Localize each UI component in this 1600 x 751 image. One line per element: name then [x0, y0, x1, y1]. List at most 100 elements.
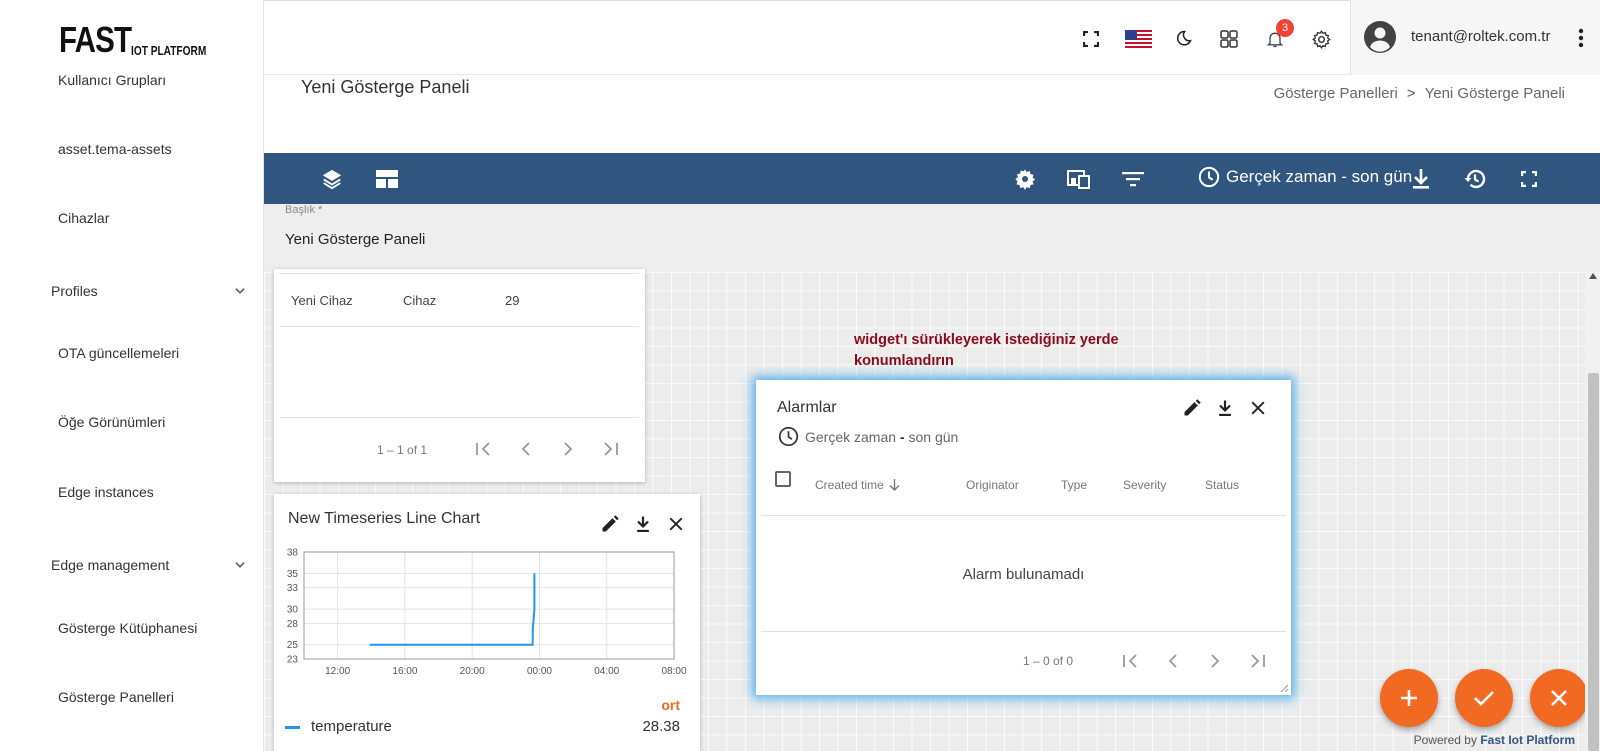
- pager-range: 1 – 0 of 0: [1023, 654, 1074, 668]
- sidebar-item-ota-updates[interactable]: OTA güncellemeleri: [58, 345, 179, 361]
- sidebar-item-dashboards[interactable]: Gösterge Panelleri: [58, 689, 174, 705]
- dark-mode-icon[interactable]: [1172, 28, 1194, 50]
- plot-area: [303, 551, 675, 660]
- notifications-button[interactable]: 3: [1264, 19, 1294, 50]
- download-icon[interactable]: [633, 514, 653, 534]
- timeseries-chart-widget[interactable]: New Timeseries Line Chart 23 25 28 30 33 35 38…: [274, 494, 700, 751]
- history-icon[interactable]: [1462, 166, 1488, 192]
- notification-badge: 3: [1276, 19, 1294, 37]
- powered-brand-link[interactable]: Fast Iot Platform: [1480, 733, 1575, 747]
- sidebar-item-edge-instances[interactable]: Edge instances: [58, 484, 154, 500]
- resize-handle-icon[interactable]: [1280, 684, 1289, 693]
- add-widget-button[interactable]: [1380, 669, 1438, 727]
- user-email: tenant@roltek.com.tr: [1411, 28, 1551, 45]
- filter-icon[interactable]: [1120, 166, 1146, 192]
- edit-icon[interactable]: [1182, 398, 1202, 418]
- save-button[interactable]: [1455, 669, 1513, 727]
- scrollbar-thumb[interactable]: [1588, 373, 1599, 751]
- breadcrumb-link-dashboards[interactable]: Gösterge Panelleri: [1274, 85, 1398, 102]
- title-field-label: Başlık *: [285, 204, 323, 216]
- x-tick-label: 16:00: [392, 666, 417, 677]
- sidebar-item-assets[interactable]: asset.tema-assets: [58, 141, 172, 157]
- entities-table-widget[interactable]: Yeni Cihaz Cihaz 29 1 – 1 of 1: [274, 269, 645, 482]
- page-title: Yeni Gösterge Paneli: [301, 77, 470, 97]
- column-type[interactable]: Type: [1061, 478, 1087, 492]
- apps-grid-icon[interactable]: [1218, 28, 1240, 50]
- us-flag-icon[interactable]: [1124, 28, 1152, 50]
- first-page-icon[interactable]: [473, 438, 495, 460]
- y-tick-label: 35: [287, 569, 299, 580]
- alarms-timewindow[interactable]: Gerçek zaman - son gün: [778, 426, 958, 447]
- title-field-input[interactable]: Yeni Gösterge Paneli: [285, 231, 425, 248]
- edit-icon[interactable]: [600, 514, 620, 534]
- account-circle-icon: [1364, 21, 1396, 53]
- x-tick-label: 08:00: [661, 666, 686, 677]
- fullscreen-icon[interactable]: [1080, 28, 1102, 50]
- column-severity[interactable]: Severity: [1123, 478, 1166, 492]
- column-originator[interactable]: Originator: [966, 478, 1019, 492]
- first-page-icon[interactable]: [1120, 650, 1142, 672]
- gear-icon[interactable]: [1310, 28, 1332, 50]
- timewindow-label: Gerçek zaman - son gün: [1226, 167, 1413, 186]
- last-page-icon[interactable]: [599, 438, 621, 460]
- y-tick-label: 38: [287, 548, 299, 559]
- cancel-button[interactable]: [1530, 669, 1588, 727]
- sidebar-group-edge-management[interactable]: Edge management: [51, 557, 247, 573]
- last-page-icon[interactable]: [1246, 650, 1268, 672]
- legend-header: ort: [661, 697, 680, 713]
- widget-actions: [600, 514, 686, 534]
- clock-icon: [1198, 166, 1220, 188]
- scroll-up-icon[interactable]: [1589, 273, 1597, 279]
- pager-range: 1 – 1 of 1: [377, 443, 428, 457]
- next-page-icon[interactable]: [1204, 650, 1226, 672]
- devices-layout-icon[interactable]: [1066, 166, 1092, 192]
- more-vert-icon[interactable]: [1578, 28, 1584, 48]
- next-page-icon[interactable]: [557, 438, 579, 460]
- breadcrumb-current: Yeni Gösterge Paneli: [1424, 85, 1565, 102]
- y-tick-label: 30: [287, 605, 299, 616]
- sidebar-group-profiles[interactable]: Profiles: [51, 283, 247, 299]
- entity-type-cell: Cihaz: [403, 293, 437, 308]
- y-tick-label: 23: [287, 655, 299, 666]
- y-tick-label: 33: [287, 583, 299, 594]
- layers-icon[interactable]: [319, 166, 345, 192]
- prev-page-icon[interactable]: [1162, 650, 1184, 672]
- check-icon: [1474, 691, 1494, 706]
- x-tick-label: 12:00: [325, 666, 350, 677]
- download-icon[interactable]: [1408, 166, 1434, 192]
- timewindow-selector[interactable]: Gerçek zaman - son gün: [1198, 166, 1412, 188]
- drag-hint: widget'ı sürükleyerek istediğiniz yerde …: [854, 332, 1119, 369]
- plus-icon: [1401, 690, 1417, 706]
- download-icon[interactable]: [1215, 398, 1235, 418]
- breadcrumb-separator: >: [1406, 85, 1416, 102]
- prev-page-icon[interactable]: [515, 438, 537, 460]
- fullscreen-icon[interactable]: [1516, 166, 1542, 192]
- breadcrumb: Gösterge Panelleri > Yeni Gösterge Panel…: [1274, 85, 1565, 102]
- y-tick-label: 28: [287, 619, 299, 630]
- settings-icon[interactable]: [1012, 166, 1038, 192]
- sidebar-item-asset-views[interactable]: Öğe Görünümleri: [58, 414, 165, 430]
- close-icon: [1551, 690, 1567, 706]
- x-tick-label: 04:00: [594, 666, 619, 677]
- close-icon[interactable]: [1248, 398, 1268, 418]
- sidebar-item-devices[interactable]: Cihazlar: [58, 210, 109, 226]
- widget-title: New Timeseries Line Chart: [288, 510, 481, 527]
- sidebar: FAST IOT PLATFORM Kullanıcı Grupları ass…: [0, 0, 264, 751]
- column-created-time[interactable]: Created time: [815, 478, 900, 492]
- close-icon[interactable]: [666, 514, 686, 534]
- logo[interactable]: FAST IOT PLATFORM: [59, 20, 228, 58]
- powered-prefix: Powered by: [1413, 733, 1477, 747]
- select-all-checkbox[interactable]: [775, 471, 791, 487]
- legend-swatch: [285, 726, 300, 729]
- sidebar-group-label: Profiles: [51, 283, 98, 299]
- widget-actions: [1182, 398, 1268, 418]
- layout-icon[interactable]: [374, 166, 400, 192]
- sidebar-item-user-groups[interactable]: Kullanıcı Grupları: [58, 72, 166, 88]
- column-status[interactable]: Status: [1205, 478, 1239, 492]
- logo-small-text: IOT PLATFORM: [131, 43, 207, 58]
- sidebar-item-widget-library[interactable]: Gösterge Kütüphanesi: [58, 620, 197, 636]
- alarms-widget[interactable]: Alarmlar Gerçek zaman - son gün Created …: [756, 380, 1291, 695]
- user-menu[interactable]: tenant@roltek.com.tr: [1350, 0, 1600, 75]
- clock-icon: [778, 426, 799, 447]
- line-chart: 23 25 28 30 33 35 38 12:00 16:00 20:00 00:00 04:00 0…: [287, 548, 687, 678]
